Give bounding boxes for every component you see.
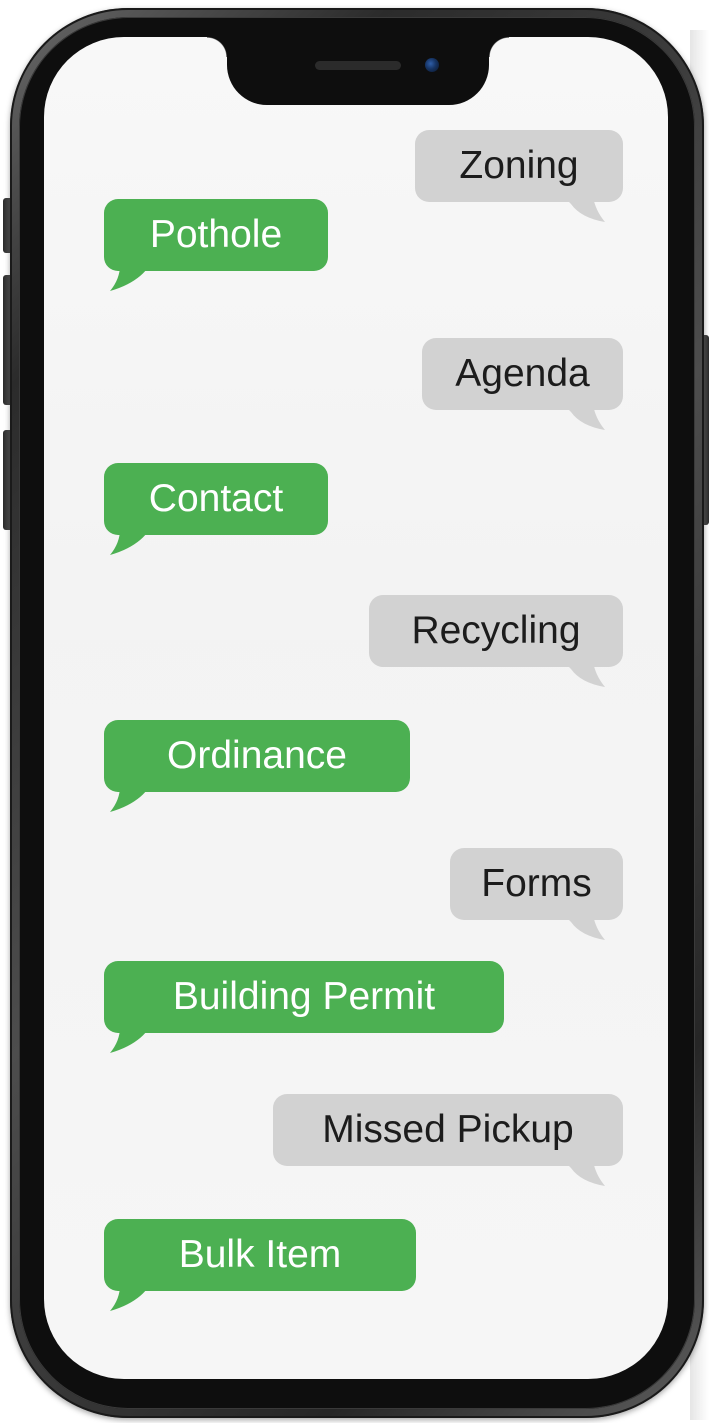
message-text: Missed Pickup	[322, 1108, 574, 1151]
message-text: Forms	[481, 862, 592, 905]
message-text: Pothole	[149, 213, 283, 256]
message-bubble-bulk-item[interactable]: Bulk Item	[104, 1219, 416, 1311]
message-bubble-pothole[interactable]: Pothole	[104, 199, 328, 291]
message-text: Contact	[148, 477, 284, 520]
message-text: Recycling	[411, 609, 581, 652]
bubble-tail	[108, 265, 150, 291]
message-text: Bulk Item	[178, 1233, 342, 1276]
message-bubble-forms[interactable]: Forms	[450, 848, 623, 940]
message-text: Zoning	[459, 144, 579, 187]
bubble-tail	[108, 1285, 150, 1311]
bubble-tail	[563, 661, 605, 687]
speaker-grille	[315, 61, 401, 70]
message-bubble-agenda[interactable]: Agenda	[422, 338, 623, 430]
bubble-tail	[108, 529, 150, 555]
bubble-tail	[108, 1027, 150, 1053]
front-camera-icon	[425, 58, 439, 72]
notch	[207, 37, 509, 105]
bubble-tail	[563, 914, 605, 940]
message-bubble-recycling[interactable]: Recycling	[369, 595, 623, 687]
message-bubble-missed-pickup[interactable]: Missed Pickup	[273, 1094, 623, 1186]
message-bubble-zoning[interactable]: Zoning	[415, 130, 623, 222]
message-text: Building Permit	[172, 975, 436, 1018]
bubble-tail	[563, 404, 605, 430]
phone-mockup: Zoning Pothole Agenda Contact Recycling …	[0, 0, 709, 1423]
bubble-tail	[563, 196, 605, 222]
bubble-tail	[108, 786, 150, 812]
bubble-tail	[563, 1160, 605, 1186]
message-bubble-building-permit[interactable]: Building Permit	[104, 961, 504, 1053]
message-text: Agenda	[455, 352, 590, 395]
message-bubble-ordinance[interactable]: Ordinance	[104, 720, 410, 812]
message-text: Ordinance	[167, 734, 347, 777]
message-bubble-contact[interactable]: Contact	[104, 463, 328, 555]
